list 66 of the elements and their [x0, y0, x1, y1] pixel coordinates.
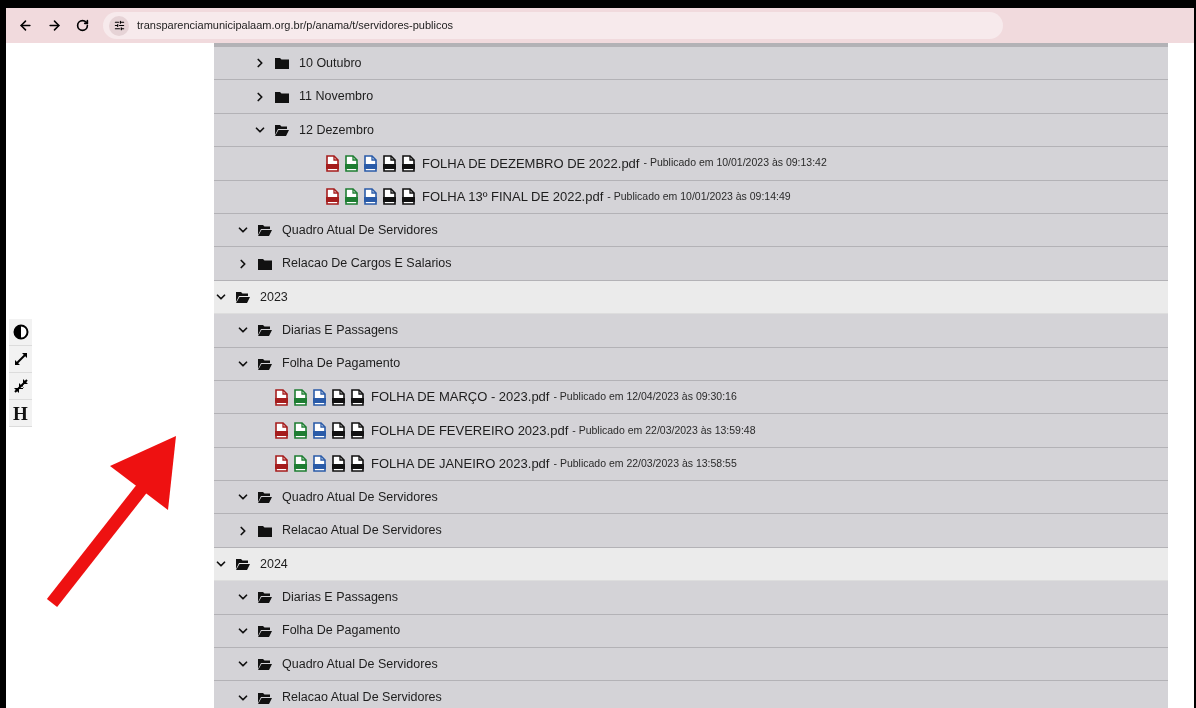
spreadsheet-file-icon[interactable]: [344, 154, 359, 172]
contrast-icon: [12, 324, 29, 340]
folder-label: Folha De Pagamento: [282, 355, 401, 373]
expand-icon: [12, 351, 29, 367]
folder-label: 2024: [260, 555, 288, 573]
spreadsheet-file-icon[interactable]: [293, 388, 308, 406]
text-file-icon[interactable]: [350, 455, 365, 473]
document-file-icon[interactable]: [312, 422, 327, 439]
folder-label: 2023: [260, 288, 288, 306]
xml-file-icon[interactable]: [382, 188, 397, 206]
file-link[interactable]: FOLHA DE FEVEREIRO 2023.pdf: [371, 420, 569, 441]
text-file-icon[interactable]: [350, 388, 365, 406]
folder-label: Quadro Atual De Servidores: [282, 655, 438, 673]
spreadsheet-file-icon[interactable]: [344, 188, 359, 206]
sliders-icon: [113, 20, 125, 31]
forward-icon[interactable]: [47, 18, 62, 33]
folder-label: Folha De Pagamento: [282, 622, 401, 640]
contrast-button[interactable]: [9, 319, 32, 346]
publish-date: - Publicado em 22/03/2023 às 13:59:48: [572, 422, 756, 438]
publish-date: - Publicado em 12/04/2023 às 09:30:16: [553, 389, 737, 405]
text-file-icon[interactable]: [401, 188, 416, 206]
xml-file-icon[interactable]: [331, 388, 346, 406]
folder-label: Relacao Atual De Servidores: [282, 689, 442, 707]
folder-label: 11 Novembro: [299, 88, 374, 106]
folder-label: Quadro Atual De Servidores: [282, 488, 438, 506]
folder-label: Relacao Atual De Servidores: [282, 522, 442, 540]
pdf-file-icon[interactable]: [274, 422, 289, 439]
site-settings-button[interactable]: [109, 15, 129, 36]
folder-label: Quadro Atual De Servidores: [282, 221, 438, 239]
document-file-icon[interactable]: [363, 188, 378, 206]
year-row[interactable]: 2023: [214, 280, 1168, 315]
year-row[interactable]: 2024: [214, 547, 1168, 582]
folder-label: 10 Outubro: [299, 54, 362, 72]
publish-date: - Publicado em 10/01/2023 às 09:14:49: [607, 188, 791, 204]
pdf-file-icon[interactable]: [274, 388, 289, 406]
shrink-button[interactable]: [9, 373, 32, 400]
xml-file-icon[interactable]: [331, 422, 346, 439]
file-link[interactable]: FOLHA DE MARÇO - 2023.pdf: [371, 387, 550, 407]
heading-button[interactable]: H: [9, 400, 32, 427]
file-link[interactable]: FOLHA 13º FINAL DE 2022.pdf: [422, 187, 604, 207]
text-file-icon[interactable]: [350, 422, 365, 439]
expand-button[interactable]: [9, 346, 32, 373]
folder-label: 12 Dezembro: [299, 121, 375, 139]
folder-label: Diarias E Passagens: [282, 321, 399, 339]
reload-icon[interactable]: [76, 19, 89, 32]
document-file-icon[interactable]: [363, 154, 378, 172]
pdf-file-icon[interactable]: [274, 455, 289, 473]
text-file-icon[interactable]: [401, 154, 416, 172]
back-icon[interactable]: [18, 18, 33, 33]
xml-file-icon[interactable]: [382, 154, 397, 172]
url-text: transparenciamunicipalaam.org.br/p/anama/t/servidores-publicos: [137, 18, 454, 34]
pdf-file-icon[interactable]: [325, 154, 340, 172]
file-link[interactable]: FOLHA DE DEZEMBRO DE 2022.pdf: [422, 153, 640, 174]
document-file-icon[interactable]: [312, 388, 327, 406]
file-link[interactable]: FOLHA DE JANEIRO 2023.pdf: [371, 454, 550, 474]
folder-label: Diarias E Passagens: [282, 589, 399, 607]
folder-label: Relacao De Cargos E Salarios: [282, 255, 452, 273]
publish-date: - Publicado em 10/01/2023 às 09:13:42: [643, 155, 827, 171]
shrink-icon: [12, 378, 29, 394]
publish-date: - Publicado em 22/03/2023 às 13:58:55: [553, 456, 737, 471]
spreadsheet-file-icon[interactable]: [293, 455, 308, 473]
pdf-file-icon[interactable]: [325, 188, 340, 206]
xml-file-icon[interactable]: [331, 455, 346, 473]
document-file-icon[interactable]: [312, 455, 327, 473]
spreadsheet-file-icon[interactable]: [293, 422, 308, 439]
address-bar[interactable]: transparenciamunicipalaam.org.br/p/anama/t/servidores-publicos: [103, 12, 1003, 39]
